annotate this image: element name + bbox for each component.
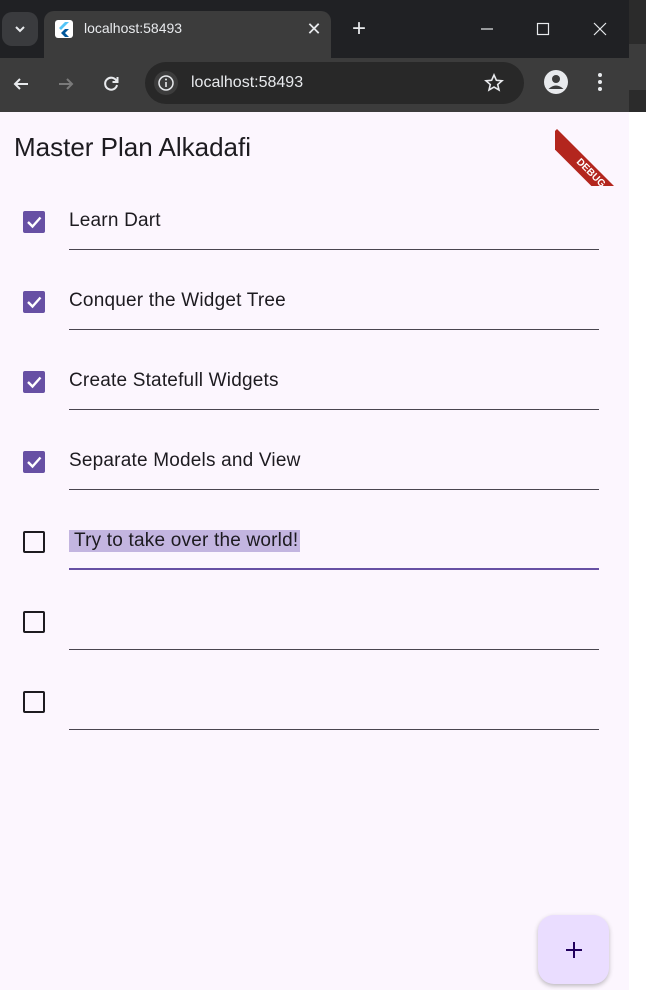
browser-window: localhost:58493 ✕ + localhost:58493 Mast… (0, 0, 629, 990)
task-row (0, 672, 629, 752)
minimize-button[interactable] (472, 14, 502, 44)
new-tab-button[interactable]: + (344, 14, 374, 44)
browser-toolbar: localhost:58493 (0, 58, 629, 112)
task-checkbox[interactable] (23, 291, 45, 313)
tab-title: localhost:58493 (84, 20, 183, 36)
check-icon (27, 216, 42, 229)
task-row: Try to take over the world! (0, 512, 629, 592)
task-text-field[interactable]: Learn Dart (69, 192, 599, 250)
task-text-field[interactable]: Separate Models and View (69, 432, 599, 490)
reload-icon (104, 76, 119, 91)
tab-list-button[interactable] (2, 12, 38, 46)
minimize-icon (481, 28, 493, 30)
url-text: localhost:58493 (191, 74, 304, 91)
task-text-field[interactable]: Create Statefull Widgets (69, 352, 599, 410)
check-icon (27, 296, 42, 309)
field-underline (69, 329, 599, 330)
address-bar[interactable]: localhost:58493 (145, 62, 524, 104)
task-label: Create Statefull Widgets (69, 370, 279, 391)
task-checkbox[interactable] (23, 691, 45, 713)
task-checkbox[interactable] (23, 371, 45, 393)
field-underline (69, 409, 599, 410)
page-title: Master Plan Alkadafi (14, 132, 252, 162)
back-button[interactable] (5, 68, 37, 100)
debug-banner: DEBUG (555, 112, 629, 186)
task-checkbox[interactable] (23, 531, 45, 553)
background-window (629, 0, 646, 990)
close-icon[interactable]: ✕ (302, 17, 326, 41)
add-task-button[interactable] (538, 915, 609, 984)
task-row: Create Statefull Widgets (0, 352, 629, 432)
field-underline (69, 249, 599, 250)
task-text-field[interactable]: Conquer the Widget Tree (69, 272, 599, 330)
field-underline (69, 649, 599, 650)
task-row: Conquer the Widget Tree (0, 272, 629, 352)
field-underline (69, 489, 599, 490)
task-row: Learn Dart (0, 192, 629, 272)
more-vert-icon[interactable] (586, 68, 614, 96)
info-icon[interactable] (154, 71, 178, 95)
maximize-button[interactable] (528, 14, 558, 44)
task-row (0, 592, 629, 672)
task-text-field[interactable] (69, 592, 599, 650)
task-text-field[interactable] (69, 672, 599, 730)
task-label: Conquer the Widget Tree (69, 290, 286, 311)
task-checkbox[interactable] (23, 451, 45, 473)
task-label: Separate Models and View (69, 450, 301, 471)
chevron-down-icon (15, 26, 25, 33)
field-underline (69, 568, 599, 570)
task-label: Try to take over the world! (69, 530, 301, 552)
flutter-icon (55, 20, 73, 38)
browser-tab[interactable]: localhost:58493 ✕ (44, 11, 331, 58)
check-icon (27, 456, 42, 469)
task-text-field[interactable]: Try to take over the world! (69, 512, 599, 570)
maximize-icon (536, 22, 550, 36)
star-icon[interactable] (481, 70, 507, 96)
arrow-right-icon (59, 78, 74, 90)
plus-icon: + (351, 15, 366, 42)
check-icon (27, 376, 42, 389)
forward-button[interactable] (50, 68, 82, 100)
close-window-button[interactable] (585, 14, 615, 44)
task-checkbox[interactable] (23, 611, 45, 633)
profile-icon[interactable] (542, 68, 570, 96)
app-page: Master Plan Alkadafi DEBUG Learn Dart Con… (0, 112, 629, 990)
plus-icon (565, 941, 582, 958)
task-checkbox[interactable] (23, 211, 45, 233)
field-underline (69, 729, 599, 730)
reload-button[interactable] (95, 68, 127, 100)
task-row: Separate Models and View (0, 432, 629, 512)
close-icon (593, 22, 607, 36)
task-label: Learn Dart (69, 210, 161, 231)
tab-strip: localhost:58493 ✕ + (0, 0, 629, 58)
arrow-left-icon (13, 78, 28, 90)
